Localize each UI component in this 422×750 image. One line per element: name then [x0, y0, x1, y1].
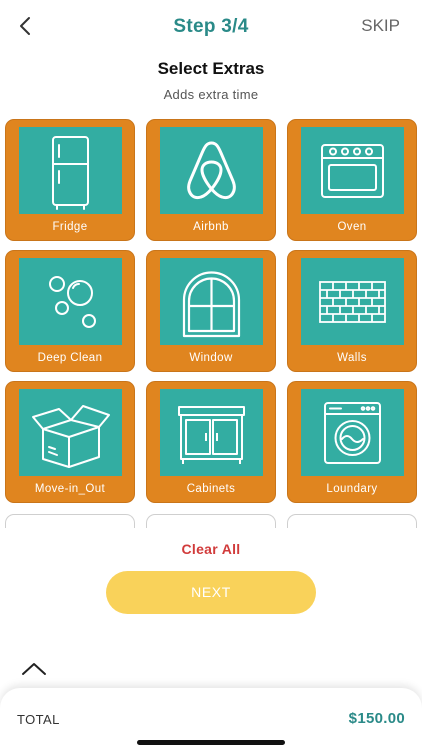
top-bar: Step 3/4 SKIP	[0, 0, 422, 52]
extra-label: Loundary	[326, 483, 378, 495]
box-icon	[32, 405, 110, 468]
extra-card-partial[interactable]	[287, 514, 417, 528]
extra-label: Oven	[337, 221, 367, 233]
extra-label: Cabinets	[186, 483, 236, 495]
extra-tile	[301, 127, 404, 214]
extra-card-airbnb[interactable]: Airbnb	[146, 119, 276, 241]
total-label: TOTAL	[17, 712, 60, 727]
page-title: Select Extras	[157, 59, 265, 78]
extra-tile	[19, 127, 122, 214]
fridge-icon	[52, 136, 89, 210]
oven-icon	[321, 144, 384, 198]
extra-card-partial[interactable]	[5, 514, 135, 528]
washing-machine-icon	[324, 402, 381, 464]
extra-label: Walls	[337, 352, 367, 364]
total-footer: TOTAL $150.00	[0, 688, 422, 750]
extra-tile	[160, 127, 263, 214]
extra-card-fridge[interactable]: Fridge	[5, 119, 135, 241]
extra-tile	[160, 389, 263, 476]
extra-label: Fridge	[52, 221, 88, 233]
next-button[interactable]: NEXT	[106, 571, 316, 614]
extra-label: Airbnb	[193, 221, 229, 233]
extra-card-partial[interactable]	[146, 514, 276, 528]
extra-tile	[301, 258, 404, 345]
extra-label: Window	[189, 352, 233, 364]
extra-label: Move-in_Out	[34, 483, 106, 495]
extra-card-oven[interactable]: Oven	[287, 119, 417, 241]
clear-all-button[interactable]: Clear All	[0, 541, 422, 557]
total-value: $150.00	[348, 710, 405, 727]
extra-tile	[160, 258, 263, 345]
brick-wall-icon	[319, 281, 386, 323]
airbnb-icon	[187, 141, 236, 200]
extra-card-walls[interactable]: Walls	[287, 250, 417, 372]
window-icon	[182, 271, 241, 338]
extra-label: Deep Clean	[37, 352, 103, 364]
extra-tile	[19, 258, 122, 345]
page-subtitle: Adds extra time	[163, 87, 259, 102]
skip-button[interactable]: SKIP	[361, 16, 400, 36]
step-indicator: Step 3/4	[173, 16, 249, 37]
extra-card-cabinets[interactable]: Cabinets	[146, 381, 276, 503]
extra-tile	[19, 389, 122, 476]
extra-card-move-in-out[interactable]: Move-in_Out	[5, 381, 135, 503]
bubbles-icon	[49, 276, 96, 328]
chevron-up-icon[interactable]	[20, 659, 48, 679]
extra-card-laundry[interactable]: Loundary	[287, 381, 417, 503]
cabinet-icon	[178, 406, 245, 464]
extra-card-window[interactable]: Window	[146, 250, 276, 372]
home-indicator[interactable]	[137, 740, 285, 745]
extra-card-deep-clean[interactable]: Deep Clean	[5, 250, 135, 372]
extra-tile	[301, 389, 404, 476]
